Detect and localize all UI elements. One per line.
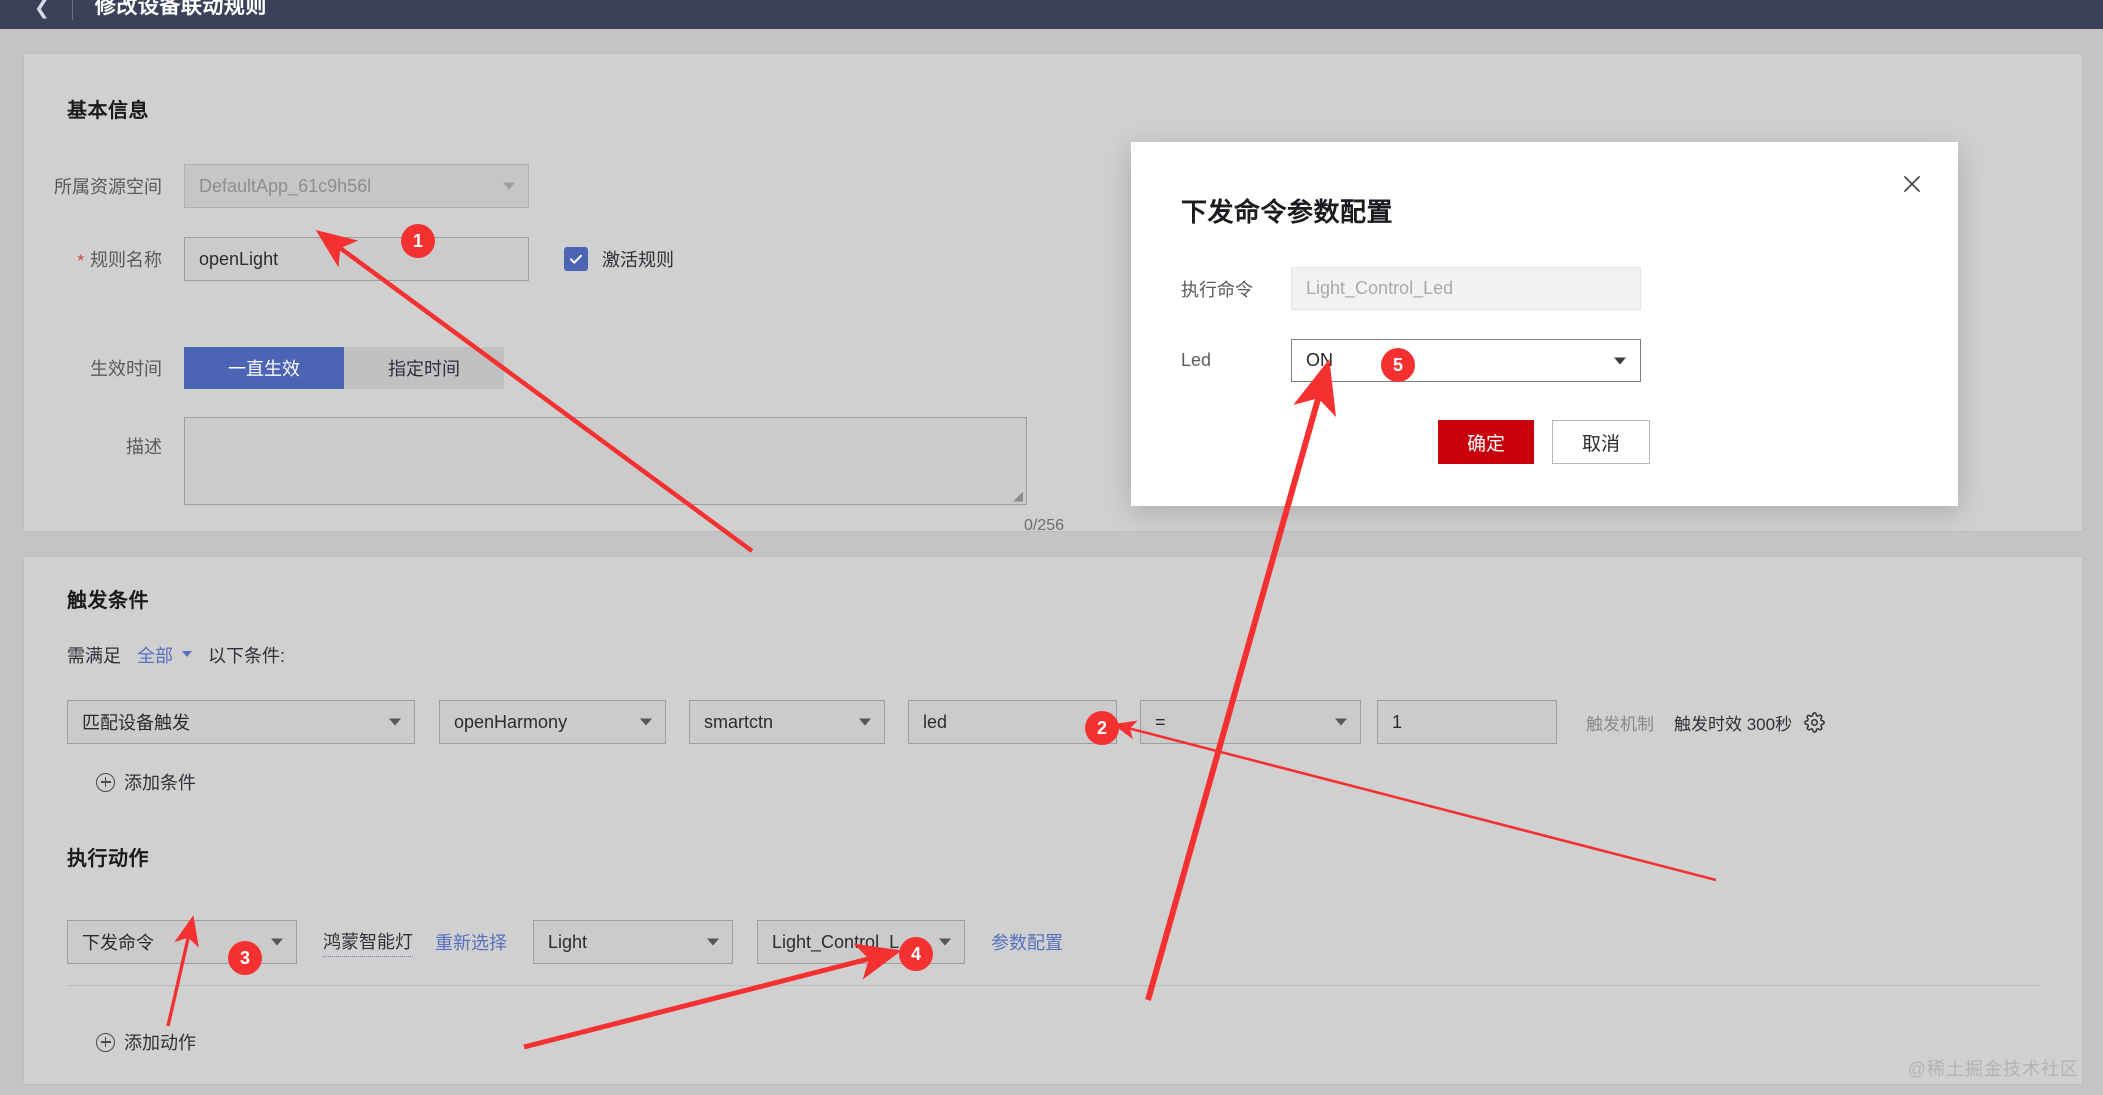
topbar-divider xyxy=(71,0,73,20)
action-type-select[interactable]: 下发命令 xyxy=(67,920,297,964)
chevron-down-icon xyxy=(707,938,719,946)
condition-row: 匹配设备触发 openHarmony smartctn led = 1 触发机制… xyxy=(67,700,1825,744)
add-action-button[interactable]: 添加动作 xyxy=(96,1029,196,1055)
condition-product-select[interactable]: openHarmony xyxy=(439,700,666,744)
command-param-dialog: 下发命令参数配置 执行命令 Light_Control_Led Led ON 确… xyxy=(1131,142,1958,506)
chevron-down-icon xyxy=(389,718,401,726)
rules-card: 触发条件 需满足 全部 以下条件: 匹配设备触发 openHarmony sma… xyxy=(24,557,2082,1084)
execute-action-title: 执行动作 xyxy=(67,848,149,870)
description-counter: 0/256 xyxy=(1024,517,1065,534)
chevron-down-icon xyxy=(1614,357,1626,364)
cancel-button[interactable]: 取消 xyxy=(1552,420,1650,464)
dialog-title: 下发命令参数配置 xyxy=(1181,197,1394,227)
condition-match-row: 需满足 全部 以下条件: xyxy=(67,642,285,668)
plus-circle-icon xyxy=(96,1032,115,1052)
rule-name-label: * 规则名称 xyxy=(77,250,162,270)
rule-name-value: openLight xyxy=(199,248,279,269)
dialog-command-placeholder: Light_Control_Led xyxy=(1306,278,1454,298)
effect-time-always-button[interactable]: 一直生效 xyxy=(184,347,344,389)
condition-suffix: 以下条件: xyxy=(208,646,286,666)
action-type-value: 下发命令 xyxy=(82,933,154,953)
condition-prefix: 需满足 xyxy=(67,646,121,666)
chevron-down-icon xyxy=(859,718,871,726)
dialog-command-row: 执行命令 Light_Control_Led xyxy=(1181,267,1641,310)
description-row: 描述 ◢ xyxy=(24,417,1027,505)
chevron-down-icon xyxy=(271,938,283,946)
dialog-led-value: ON xyxy=(1306,350,1333,370)
action-command-select[interactable]: Light_Control_L... xyxy=(757,920,965,964)
resource-space-label: 所属资源空间 xyxy=(54,177,162,197)
resource-space-row: 所属资源空间 DefaultApp_61c9h56l xyxy=(24,164,529,208)
watermark: @稀土掘金技术社区 xyxy=(1907,1059,2079,1079)
required-marker: * xyxy=(77,251,84,270)
resize-grip-icon: ◢ xyxy=(1013,488,1023,503)
action-param-config-link[interactable]: 参数配置 xyxy=(991,929,1063,955)
resource-space-value: DefaultApp_61c9h56l xyxy=(199,175,372,196)
condition-property-value: led xyxy=(923,711,948,732)
trigger-condition-title: 触发条件 xyxy=(67,590,149,612)
effect-time-row: 生效时间 一直生效 指定时间 xyxy=(24,347,504,389)
chevron-down-icon xyxy=(503,182,515,190)
dialog-footer: 确定 取消 xyxy=(1438,420,1650,464)
effect-time-specified-button[interactable]: 指定时间 xyxy=(344,347,504,389)
condition-source-select[interactable]: 匹配设备触发 xyxy=(67,700,415,744)
annotation-badge-2: 2 xyxy=(1085,711,1119,745)
description-textarea[interactable]: ◢ xyxy=(184,417,1027,505)
add-action-label: 添加动作 xyxy=(124,1033,196,1053)
basic-info-title: 基本信息 xyxy=(67,100,149,122)
confirm-button[interactable]: 确定 xyxy=(1438,420,1534,464)
action-reselect-link[interactable]: 重新选择 xyxy=(435,929,507,955)
add-condition-label: 添加条件 xyxy=(124,773,196,793)
dialog-led-label: Led xyxy=(1181,350,1212,370)
condition-match-mode[interactable]: 全部 xyxy=(137,642,173,668)
chevron-left-icon[interactable]: ❮ xyxy=(34,0,50,18)
action-service-value: Light xyxy=(548,931,588,952)
app-root: ❮ 修改设备联动规则 基本信息 所属资源空间 DefaultApp_61c9h5… xyxy=(0,0,2103,1095)
gear-icon[interactable] xyxy=(1804,711,1825,733)
action-service-select[interactable]: Light xyxy=(533,920,733,964)
trigger-mechanism-label: 触发机制 xyxy=(1586,714,1654,734)
condition-device-select[interactable]: smartctn xyxy=(689,700,885,744)
condition-operator-value: = xyxy=(1155,711,1166,732)
annotation-badge-4: 4 xyxy=(899,937,933,971)
annotation-badge-1: 1 xyxy=(401,224,435,258)
activate-rule-checkbox[interactable]: 激活规则 xyxy=(564,246,674,272)
action-device-name[interactable]: 鸿蒙智能灯 xyxy=(323,928,413,957)
dialog-command-input[interactable]: Light_Control_Led xyxy=(1291,267,1641,310)
rule-name-row: * 规则名称 openLight 激活规则 xyxy=(24,237,674,281)
activate-rule-label: 激活规则 xyxy=(602,250,674,270)
page-title: 修改设备联动规则 xyxy=(94,0,267,18)
resource-space-select[interactable]: DefaultApp_61c9h56l xyxy=(184,164,529,208)
condition-operator-select[interactable]: = xyxy=(1140,700,1361,744)
rule-name-input[interactable]: openLight xyxy=(184,237,529,281)
condition-value-input[interactable]: 1 xyxy=(1377,700,1557,744)
trigger-validity-label: 触发时效 300秒 xyxy=(1674,714,1793,734)
checkbox-checked-icon xyxy=(564,247,588,271)
add-condition-button[interactable]: 添加条件 xyxy=(96,769,196,795)
chevron-down-icon xyxy=(640,718,652,726)
top-navigation-bar: ❮ 修改设备联动规则 xyxy=(0,0,2103,29)
chevron-down-icon xyxy=(939,938,951,946)
annotation-badge-3: 3 xyxy=(228,941,262,975)
description-label: 描述 xyxy=(126,437,162,457)
chevron-down-icon xyxy=(1335,718,1347,726)
action-command-value: Light_Control_L... xyxy=(772,931,915,952)
condition-device-value: smartctn xyxy=(704,711,774,732)
effect-time-label: 生效时间 xyxy=(90,359,162,379)
condition-value-text: 1 xyxy=(1392,711,1403,732)
plus-circle-icon xyxy=(96,772,115,792)
condition-product-value: openHarmony xyxy=(454,711,568,732)
dialog-command-label: 执行命令 xyxy=(1181,279,1253,300)
condition-source-value: 匹配设备触发 xyxy=(82,713,190,733)
chevron-down-icon[interactable] xyxy=(182,651,192,657)
action-divider xyxy=(67,985,2041,986)
annotation-badge-5: 5 xyxy=(1381,348,1415,382)
dialog-led-select[interactable]: ON xyxy=(1291,339,1641,382)
close-icon[interactable] xyxy=(1896,168,1928,200)
